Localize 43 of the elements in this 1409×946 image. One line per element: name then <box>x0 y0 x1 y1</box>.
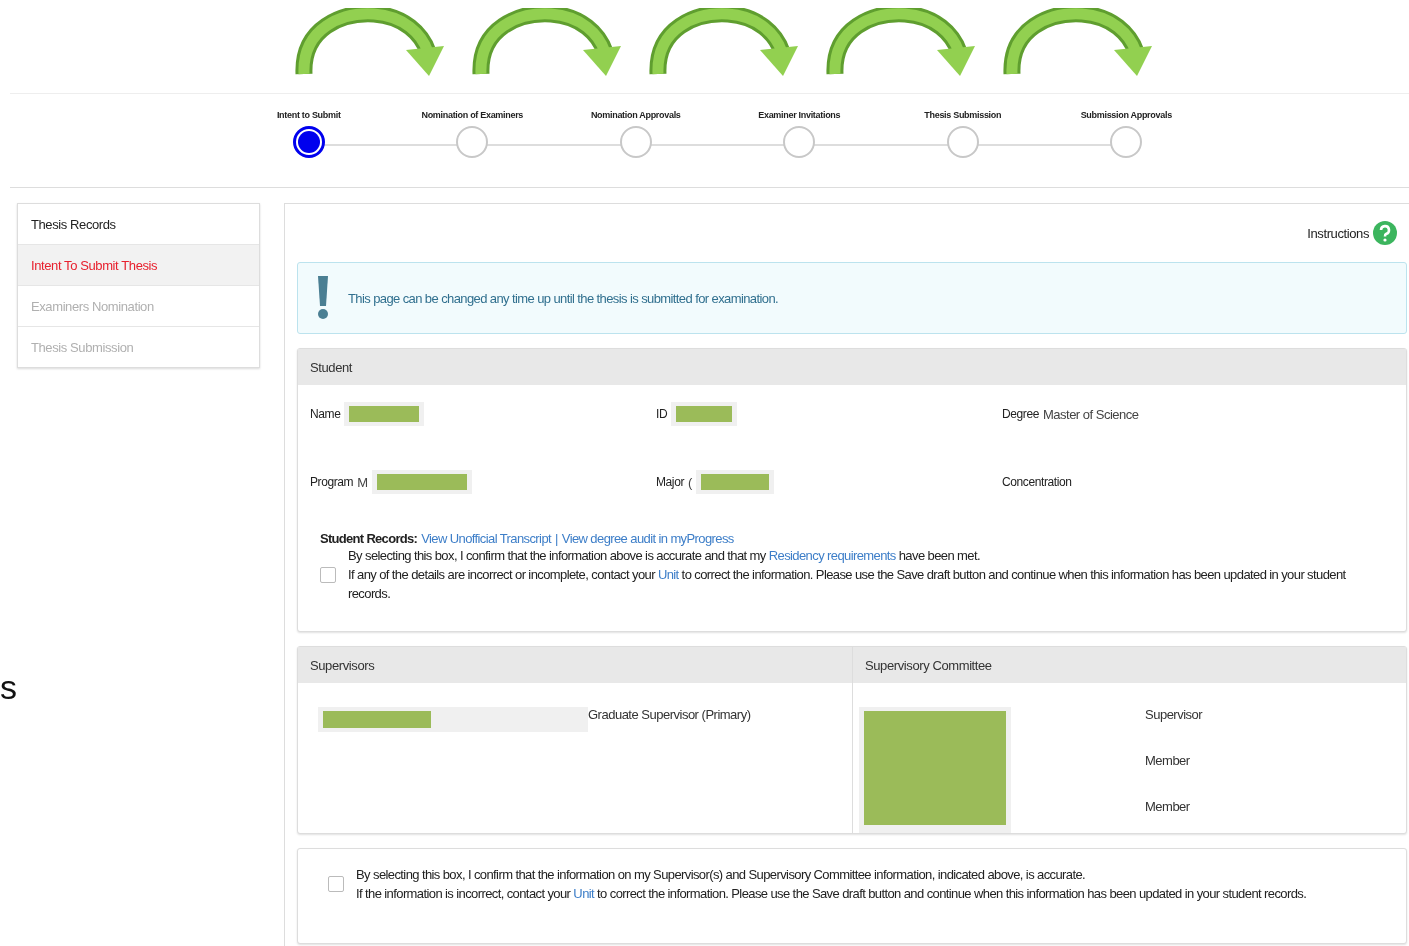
link-separator: | <box>555 531 558 546</box>
field-label: Major <box>656 475 684 489</box>
text-link[interactable]: View degree audit in myProgress <box>561 531 734 546</box>
text-link[interactable]: Unit <box>573 886 595 901</box>
step-label: Intent to Submit <box>276 110 341 120</box>
text-link[interactable]: View Unofficial Transcript <box>421 531 552 546</box>
panel-title: Supervisory Committee <box>865 657 992 673</box>
step-label: Nomination of Examiners <box>421 110 524 120</box>
instructions-label[interactable]: Instructions <box>1307 225 1369 241</box>
exclamation-icon <box>316 276 330 320</box>
help-icon[interactable] <box>1373 221 1397 245</box>
panel-title: Student <box>310 359 352 375</box>
supervisor-role: Graduate Supervisor (Primary) <box>588 707 751 724</box>
field-label: Concentration <box>1002 475 1072 489</box>
step-label: Examiner Invitations <box>758 110 841 120</box>
committee-role: Member <box>1145 799 1191 814</box>
cropped-letter: s <box>0 668 17 707</box>
records-label: Student Records: <box>320 531 418 546</box>
confirmation-text: By selecting this box, I confirm that the information on my Supervisor(s) and Supervisory Committee information, indicated above, is accurate. <box>356 866 1087 884</box>
step-label: Thesis Submission <box>924 110 1002 120</box>
checkbox[interactable] <box>320 566 336 583</box>
sidebar-title: Thesis Records <box>18 204 259 244</box>
confirmation-text: If any of the details are incorrect or incomplete, contact your Unit to correct the information. Please use the Save draft button and continue when this information has been updated in your student records. <box>348 566 1347 603</box>
alert-message: This page can be changed any time up until the thesis is submitted for examination. <box>348 290 779 306</box>
confirmation-text: By selecting this box, I confirm that the information above is accurate and that my Residency requirements have been met. <box>348 547 981 565</box>
checkbox[interactable] <box>328 876 344 892</box>
step-label: Submission Approvals <box>1080 110 1172 120</box>
field-label: ID <box>656 407 668 421</box>
confirmation-text: If the information is incorrect, contact your Unit to correct the information. Please use the Save draft button and continue when this information has been updated in your student records. <box>356 885 1307 903</box>
field-label: Degree <box>1002 407 1039 421</box>
panel-title: Supervisors <box>310 657 375 673</box>
text-link[interactable]: Residency requirements <box>768 548 896 563</box>
step-circle[interactable] <box>292 126 325 158</box>
sidebar-item[interactable]: Intent To Submit Thesis <box>18 244 259 285</box>
field-label: Name <box>310 407 341 421</box>
field-label: Program <box>310 475 354 489</box>
committee-role: Member <box>1145 753 1191 768</box>
committee-role: Supervisor <box>1145 707 1203 722</box>
step-label: Nomination Approvals <box>590 110 681 120</box>
field-value: Master of Science <box>1042 406 1139 422</box>
field-value: ( <box>688 474 692 490</box>
field-value: M <box>357 474 368 490</box>
text-link[interactable]: Unit <box>657 567 679 582</box>
